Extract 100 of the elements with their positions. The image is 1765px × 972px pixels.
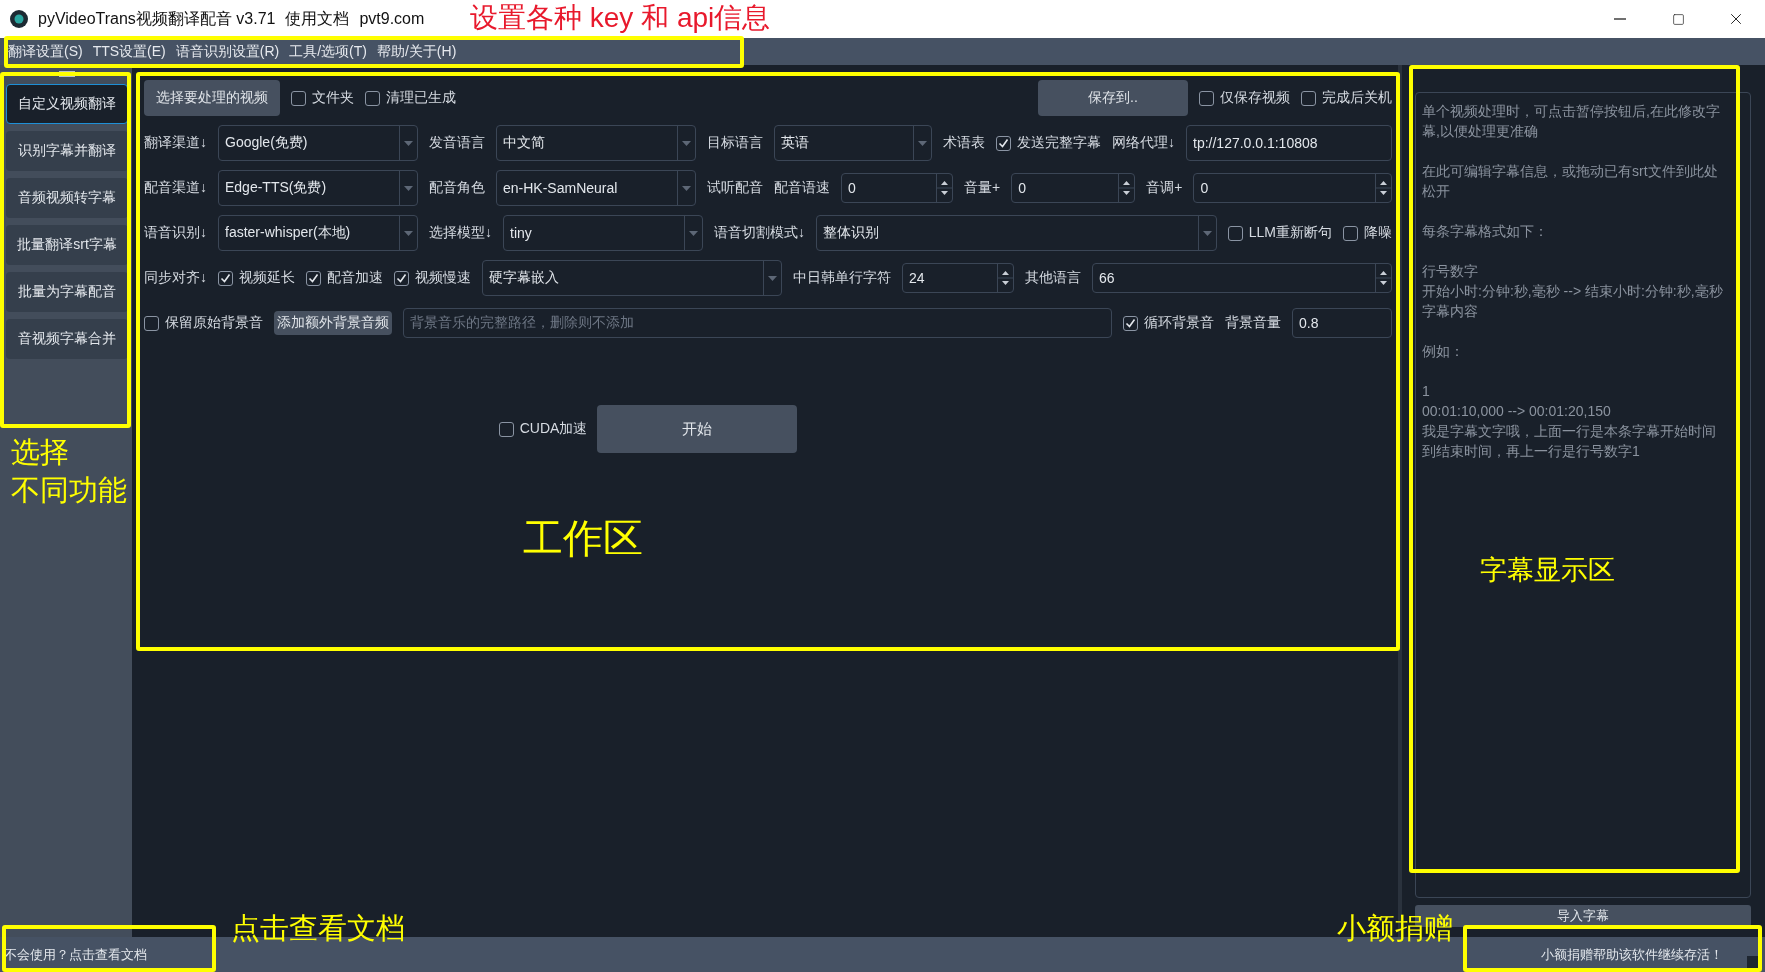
checkbox-box[interactable] (1199, 90, 1214, 106)
checkbox[interactable]: 完成后关机 (1301, 89, 1392, 107)
number-field[interactable]: 0 (841, 173, 953, 203)
dropdown[interactable]: Edge-TTS(免费) (218, 170, 418, 206)
checkbox-box[interactable] (1227, 225, 1243, 241)
input-field[interactable]: tp://127.0.0.1:10808 (1186, 125, 1392, 161)
annotation-label: 点击查看文档 (231, 912, 405, 946)
checkbox[interactable]: 保留原始背景音 (144, 314, 263, 332)
checkbox[interactable]: 发送完整字幕 (996, 134, 1101, 152)
checkbox-box[interactable] (365, 90, 380, 106)
checkbox-box[interactable] (144, 315, 159, 331)
dropdown[interactable]: 英语 (774, 125, 932, 161)
sidebar-item[interactable]: 识别字幕并翻译 (6, 131, 128, 171)
input-field[interactable]: 背景音乐的完整路径，删除则不添加 (403, 308, 1112, 338)
dropdown[interactable]: 整体识别 (816, 215, 1217, 251)
dropdown[interactable]: Google(免费) (218, 125, 418, 161)
checkbox[interactable]: 视频慢速 (394, 269, 471, 287)
input-field[interactable]: 0.8 (1292, 308, 1392, 338)
field-label: 其他语言 (1025, 269, 1081, 287)
number-field[interactable]: 24 (902, 263, 1014, 293)
number-field[interactable]: 66 (1092, 263, 1392, 293)
sidebar-item[interactable]: 音视频字幕合并 (6, 319, 128, 359)
checkbox[interactable]: 视频延长 (218, 269, 295, 287)
placeholder-line: 例如： (1422, 342, 1465, 361)
button[interactable]: 添加额外背景音频 (274, 311, 392, 335)
field-label: 网络代理↓ (1112, 134, 1175, 152)
menu-item[interactable]: 工具/选项(T) (289, 42, 367, 61)
field-label: 音调+ (1146, 179, 1183, 197)
sidebar-item[interactable]: 批量翻译srt字幕 (6, 225, 128, 265)
dropdown[interactable]: 中文简 (496, 125, 696, 161)
checkbox[interactable]: CUDA加速 (498, 420, 588, 438)
field-label: 同步对齐↓ (144, 269, 207, 287)
caret-icon (689, 230, 698, 236)
caret-icon (682, 185, 691, 191)
caret-icon (404, 185, 413, 191)
annotation-label: 设置各种 key 和 api信息 (470, 2, 771, 35)
field-label: 发音语言 (429, 134, 485, 152)
checkbox[interactable]: 文件夹 (291, 89, 354, 107)
caret-icon (1202, 230, 1212, 236)
title-link[interactable]: 使用文档 (285, 8, 350, 30)
checkbox-box[interactable] (996, 135, 1011, 151)
menu-item[interactable]: 语音识别设置(R) (175, 42, 280, 61)
field-label: 配音渠道↓ (144, 179, 207, 197)
checkbox[interactable]: 降噪 (1343, 224, 1392, 242)
menu-item[interactable]: 翻译设置(S) (8, 42, 83, 61)
dropdown[interactable]: faster-whisper(本地) (218, 215, 418, 251)
checkbox-box[interactable] (218, 270, 233, 286)
field-label: 语音识别↓ (144, 224, 207, 242)
title-link[interactable]: pvt9.com (359, 10, 425, 28)
drag-handle-icon[interactable] (59, 71, 75, 77)
placeholder-line: 行号数字 (1422, 262, 1479, 281)
caret-icon (768, 275, 777, 281)
caret-icon (682, 140, 691, 146)
checkbox[interactable]: 仅保存视频 (1199, 89, 1290, 107)
app-logo-icon (10, 10, 28, 28)
button[interactable]: 保存到.. (1038, 80, 1188, 116)
field-label: 翻译渠道↓ (144, 134, 207, 152)
checkbox[interactable]: 配音加速 (306, 269, 383, 287)
checkbox-box[interactable] (1301, 90, 1316, 106)
sidebar-item[interactable]: 自定义视频翻译 (6, 84, 128, 124)
field-label: 配音语速 (774, 179, 830, 197)
checkbox-box[interactable] (1343, 225, 1358, 241)
field-label: 术语表 (943, 134, 985, 152)
checkbox-box[interactable] (1123, 315, 1138, 331)
start-button[interactable]: 开始 (597, 405, 798, 453)
sidebar-item[interactable]: 批量为字幕配音 (6, 272, 128, 312)
checkbox[interactable]: 循环背景音 (1123, 314, 1214, 332)
caret-icon (404, 230, 413, 236)
sidebar-item[interactable]: 音频视频转字幕 (6, 178, 128, 218)
checkbox-box[interactable] (291, 90, 306, 106)
field-label: 目标语言 (707, 134, 763, 152)
checkbox[interactable]: LLM重新断句 (1227, 224, 1332, 242)
field-label: 背景音量 (1225, 314, 1281, 332)
minimize-icon (1614, 18, 1626, 20)
number-field[interactable]: 0 (1193, 173, 1392, 203)
dropdown[interactable]: tiny (503, 215, 703, 251)
dropdown[interactable]: 硬字幕嵌入 (482, 260, 782, 296)
number-field[interactable]: 0 (1011, 173, 1136, 203)
menu-item[interactable]: 帮助/关于(H) (377, 42, 457, 61)
caret-icon (918, 140, 927, 146)
menu-item[interactable]: TTS设置(E) (92, 42, 166, 61)
button[interactable]: 选择要处理的视频 (144, 80, 280, 116)
placeholder-line: 1 (1422, 382, 1431, 401)
field-label: 语音切割模式↓ (714, 224, 805, 242)
window-title: pyVideoTrans视频翻译配音 v3.71 (38, 8, 276, 29)
maximize-icon (1671, 12, 1685, 26)
placeholder-line: 00:01:10,000 --> 00:01:20,150 (1422, 402, 1612, 421)
checkbox-box[interactable] (394, 270, 409, 286)
placeholder-line: 我是字幕文字哦，上面一行是本条字幕开始时间到结束时间，再上一行是行号数字1 (1422, 422, 1717, 461)
placeholder-line: 开始小时:分钟:秒,毫秒 --> 结束小时:分钟:秒,毫秒 (1422, 282, 1724, 301)
field-label: 配音角色 (429, 179, 485, 197)
checkbox-box[interactable] (498, 421, 514, 437)
checkbox[interactable]: 清理已生成 (365, 89, 456, 107)
annotation-label: 字幕显示区 (1480, 555, 1615, 587)
placeholder-line: 每条字幕格式如下： (1422, 222, 1549, 241)
checkbox-box[interactable] (306, 270, 321, 286)
dropdown[interactable]: en-HK-SamNeural (496, 170, 696, 206)
donate-button[interactable]: 小额捐赠帮助该软件继续存活！ (1535, 944, 1729, 965)
annotation-label: 工作区 (523, 515, 643, 561)
caret-icon (404, 140, 413, 146)
